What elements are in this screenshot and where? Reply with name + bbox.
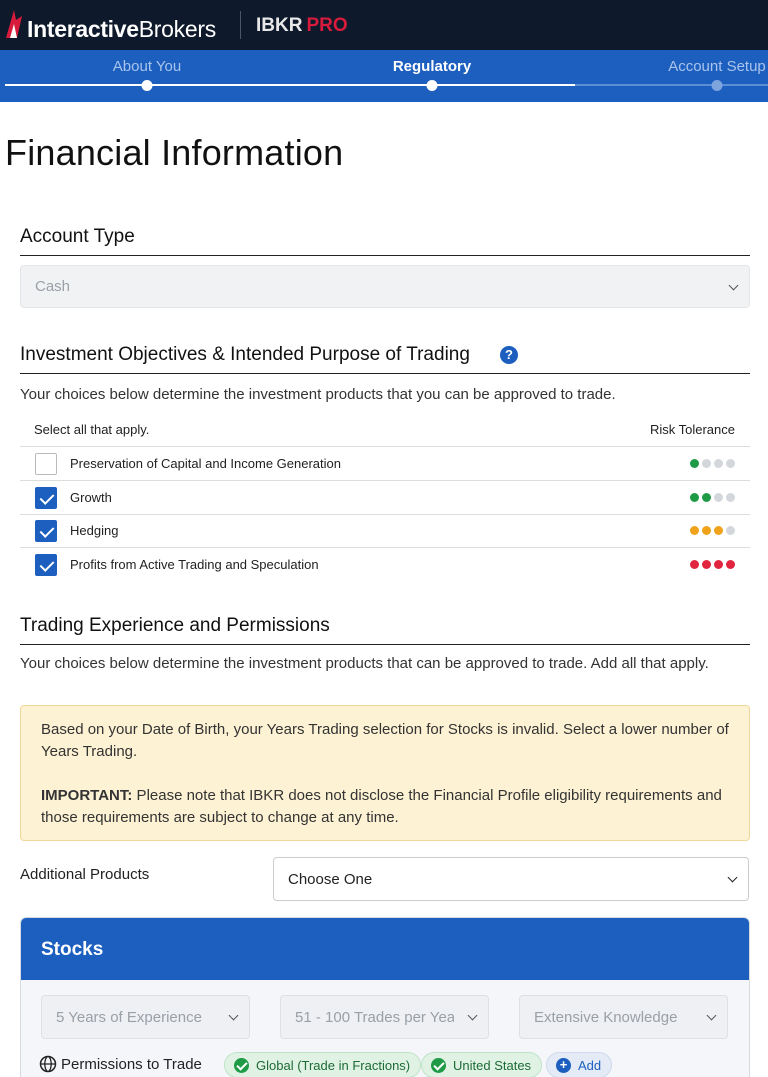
stocks-title: Stocks xyxy=(41,939,104,960)
warning-alert: Based on your Date of Birth, your Years … xyxy=(20,705,750,841)
trading-experience-heading: Trading Experience and Permissions xyxy=(20,615,750,645)
years-experience-select[interactable]: 5 Years of Experience xyxy=(41,995,250,1039)
risk-dot xyxy=(702,560,711,569)
risk-dot xyxy=(714,459,723,468)
help-icon[interactable]: ? xyxy=(500,346,518,364)
knowledge-level-select[interactable]: Extensive Knowledge xyxy=(519,995,728,1039)
risk-tolerance-label: Risk Tolerance xyxy=(649,422,735,437)
account-type-heading: Account Type xyxy=(20,226,750,256)
stepper-progress-line xyxy=(5,84,575,86)
risk-dot xyxy=(726,560,735,569)
objectives-table-header: Select all that apply. Risk Tolerance xyxy=(20,420,750,447)
risk-dot xyxy=(690,459,699,468)
step-account-setup[interactable]: Account Setup xyxy=(668,58,766,75)
alert-important: IMPORTANT: Please note that IBKR does no… xyxy=(41,785,729,829)
objective-checkbox[interactable] xyxy=(35,554,57,576)
account-type-value: Cash xyxy=(35,278,71,295)
additional-products-value: Choose One xyxy=(288,871,373,888)
objective-row[interactable]: Hedging xyxy=(20,514,750,548)
objective-label: Hedging xyxy=(70,523,119,538)
step-dot-regulatory xyxy=(426,80,438,91)
risk-dot xyxy=(714,526,723,535)
add-label: Add xyxy=(578,1058,602,1073)
stocks-card: Stocks 5 Years of Experience 51 - 100 Tr… xyxy=(20,917,750,1077)
risk-dot xyxy=(714,493,723,502)
alert-important-text: Please note that IBKR does not disclose … xyxy=(41,787,722,826)
top-header: InteractiveBrokers IBKR PRO xyxy=(0,0,768,50)
risk-dot xyxy=(690,493,699,502)
plus-circle-icon: + xyxy=(556,1058,571,1073)
objective-label: Growth xyxy=(70,490,112,505)
risk-dot xyxy=(702,459,711,468)
globe-icon xyxy=(39,1055,57,1073)
risk-dot xyxy=(702,493,711,502)
progress-stepper: About You Regulatory Account Setup xyxy=(0,50,768,102)
step-dot-account-setup xyxy=(711,80,723,91)
step-dot-about-you xyxy=(141,80,153,91)
check-circle-icon xyxy=(234,1058,249,1073)
risk-dots xyxy=(690,493,735,502)
chevron-down-icon xyxy=(228,1010,239,1021)
risk-dot xyxy=(690,526,699,535)
alert-message: Based on your Date of Birth, your Years … xyxy=(41,721,729,760)
risk-dots xyxy=(690,526,735,535)
additional-products-label: Additional Products xyxy=(20,866,150,883)
trades-per-year-select[interactable]: 51 - 100 Trades per Year xyxy=(280,995,489,1039)
product-name: IBKR PRO xyxy=(256,15,348,36)
risk-dot xyxy=(690,560,699,569)
years-experience-value: 5 Years of Experience xyxy=(56,1009,202,1026)
objective-checkbox[interactable] xyxy=(35,453,57,475)
objectives-heading: Investment Objectives & Intended Purpose… xyxy=(20,344,750,374)
risk-dot xyxy=(726,526,735,535)
add-permission-button[interactable]: + Add xyxy=(546,1052,613,1077)
objectives-description: Your choices below determine the investm… xyxy=(20,386,616,403)
risk-dots xyxy=(690,459,735,468)
objective-label: Profits from Active Trading and Speculat… xyxy=(70,557,319,572)
chip-label: United States xyxy=(453,1058,532,1073)
permissions-label: Permissions to Trade xyxy=(61,1056,202,1073)
objective-label: Preservation of Capital and Income Gener… xyxy=(70,456,341,471)
additional-products-select[interactable]: Choose One xyxy=(273,857,749,901)
objective-checkbox[interactable] xyxy=(35,520,57,542)
alert-important-label: IMPORTANT: xyxy=(41,787,133,804)
select-all-label: Select all that apply. xyxy=(34,422,150,437)
account-type-select[interactable]: Cash xyxy=(20,265,750,308)
objective-row[interactable]: Profits from Active Trading and Speculat… xyxy=(20,548,750,582)
check-circle-icon xyxy=(431,1058,446,1073)
stocks-card-body: 5 Years of Experience 51 - 100 Trades pe… xyxy=(21,980,749,1077)
chevron-down-icon xyxy=(727,872,738,883)
knowledge-level-value: Extensive Knowledge xyxy=(534,1009,678,1026)
risk-dot xyxy=(726,493,735,502)
step-about-you[interactable]: About You xyxy=(113,58,181,75)
permission-chip-us[interactable]: United States xyxy=(421,1052,543,1077)
objective-checkbox[interactable] xyxy=(35,487,57,509)
risk-dot xyxy=(726,459,735,468)
brand-name: InteractiveBrokers xyxy=(27,16,216,42)
brand-divider xyxy=(240,11,241,39)
risk-dot xyxy=(702,526,711,535)
permission-chip-global[interactable]: Global (Trade in Fractions) xyxy=(224,1052,422,1077)
stocks-card-header: Stocks xyxy=(21,918,749,980)
risk-dot xyxy=(714,560,723,569)
objective-row[interactable]: Preservation of Capital and Income Gener… xyxy=(20,447,750,481)
step-regulatory[interactable]: Regulatory xyxy=(393,58,471,75)
chip-label: Global (Trade in Fractions) xyxy=(256,1058,411,1073)
stepper-remaining-line xyxy=(575,84,768,86)
ib-logo-icon xyxy=(6,10,22,38)
page-title: Financial Information xyxy=(5,132,344,173)
trading-description: Your choices below determine the investm… xyxy=(20,655,709,672)
trades-per-year-value: 51 - 100 Trades per Year xyxy=(295,1009,461,1026)
chevron-down-icon xyxy=(706,1010,717,1021)
risk-dots xyxy=(690,560,735,569)
objective-row[interactable]: Growth xyxy=(20,481,750,515)
chevron-down-icon xyxy=(728,280,739,291)
